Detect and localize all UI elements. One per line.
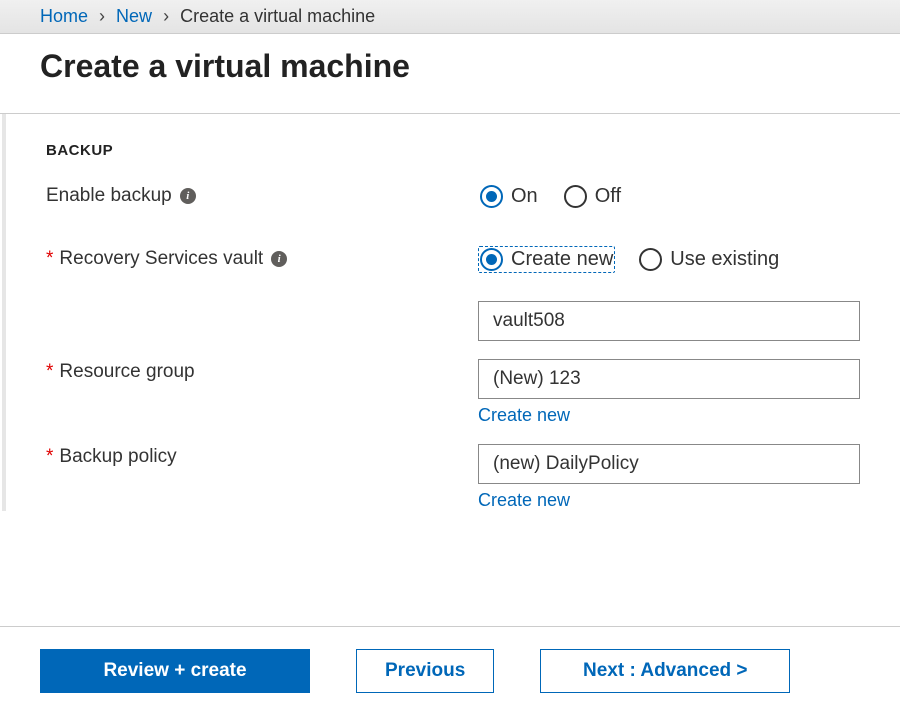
recovery-vault-existing-radio[interactable]: Use existing (637, 246, 781, 273)
resource-group-create-link[interactable]: Create new (478, 405, 570, 426)
breadcrumb-bar: Home › New › Create a virtual machine (0, 0, 900, 34)
enable-backup-on-radio[interactable]: On (478, 183, 540, 210)
row-enable-backup: Enable backup i On Off (46, 183, 860, 210)
breadcrumb-home-link[interactable]: Home (40, 6, 88, 26)
chevron-right-icon: › (163, 6, 169, 26)
radio-label: Create new (511, 248, 613, 271)
required-asterisk: * (46, 248, 53, 270)
radio-label: On (511, 185, 538, 208)
enable-backup-radio-group: On Off (478, 183, 860, 210)
radio-icon (480, 185, 503, 208)
row-vault-name (46, 301, 860, 341)
info-icon[interactable]: i (271, 251, 287, 267)
form-content: BACKUP Enable backup i On Off * Recovery… (2, 114, 900, 511)
section-backup-heading: BACKUP (46, 142, 860, 159)
backup-policy-create-link[interactable]: Create new (478, 490, 570, 511)
vault-name-input[interactable] (478, 301, 860, 341)
breadcrumb: Home › New › Create a virtual machine (40, 6, 375, 26)
row-resource-group: * Resource group Create new (46, 359, 860, 426)
radio-label: Use existing (670, 248, 779, 271)
info-icon[interactable]: i (180, 188, 196, 204)
review-create-button[interactable]: Review + create (40, 649, 310, 693)
page-title: Create a virtual machine (40, 48, 860, 85)
radio-label: Off (595, 185, 621, 208)
row-recovery-vault: * Recovery Services vault i Create new U… (46, 246, 860, 273)
chevron-right-icon: › (99, 6, 105, 26)
backup-policy-input[interactable] (478, 444, 860, 484)
recovery-vault-label: Recovery Services vault (59, 248, 263, 270)
breadcrumb-new-link[interactable]: New (116, 6, 152, 26)
required-asterisk: * (46, 446, 53, 468)
radio-icon (564, 185, 587, 208)
enable-backup-off-radio[interactable]: Off (562, 183, 623, 210)
required-asterisk: * (46, 361, 53, 383)
breadcrumb-current: Create a virtual machine (180, 6, 375, 26)
enable-backup-label: Enable backup (46, 185, 172, 207)
radio-icon (639, 248, 662, 271)
resource-group-input[interactable] (478, 359, 860, 399)
row-backup-policy: * Backup policy Create new (46, 444, 860, 511)
title-area: Create a virtual machine (0, 34, 900, 114)
next-advanced-button[interactable]: Next : Advanced > (540, 649, 790, 693)
recovery-vault-radio-group: Create new Use existing (478, 246, 860, 273)
backup-policy-label: Backup policy (59, 446, 176, 468)
radio-icon (480, 248, 503, 271)
footer-actions: Review + create Previous Next : Advanced… (0, 626, 900, 715)
previous-button[interactable]: Previous (356, 649, 494, 693)
recovery-vault-create-radio[interactable]: Create new (478, 246, 615, 273)
resource-group-label: Resource group (59, 361, 194, 383)
